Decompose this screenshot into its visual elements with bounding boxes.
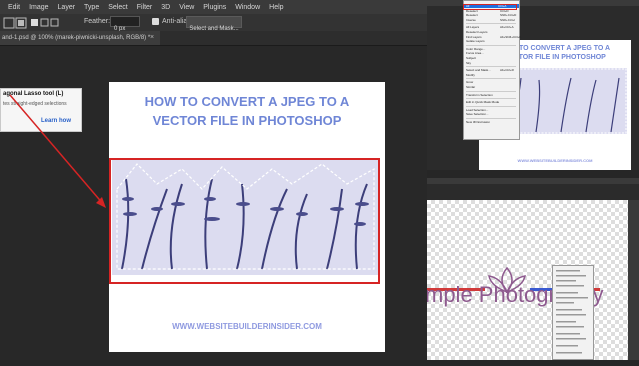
select-menu-item-label: Load Selection... xyxy=(466,107,489,112)
select-menu-item[interactable]: Modify xyxy=(466,73,475,77)
context-menu[interactable] xyxy=(552,265,594,360)
right-top-screenshot: HOW TO CONVERT A JPEG TO A VECTOR FILE I… xyxy=(427,0,639,170)
select-menu-item[interactable]: Grow xyxy=(466,80,473,84)
select-menu-item-label: Reselect xyxy=(466,13,478,18)
right-bottom-screenshot: mple Photography xyxy=(427,178,639,360)
menu-bar-small xyxy=(427,0,639,6)
select-menu-item-label: Isolate Layers xyxy=(466,39,485,44)
select-menu-item-label: All Layers xyxy=(466,25,480,30)
select-menu-item[interactable]: Reselect Shift+Ctrl+D xyxy=(466,13,516,18)
select-menu-item-label: New 3D Extrusion xyxy=(466,120,491,124)
select-menu-item[interactable]: All Layers Alt+Ctrl+A xyxy=(466,25,514,30)
select-menu-item-label: Modify xyxy=(466,72,475,77)
select-menu-item-shortcut: Alt+Shift+Ctrl+F xyxy=(500,34,522,39)
menu-separator xyxy=(466,105,516,107)
select-menu-item[interactable]: Color Range... xyxy=(466,47,485,51)
select-menu-item[interactable]: Find Layers Alt+Shift+Ctrl+F xyxy=(466,34,521,39)
transparent-canvas: mple Photography xyxy=(427,200,628,360)
select-menu-item[interactable]: Deselect Layers xyxy=(466,30,488,34)
menu-separator xyxy=(466,44,516,46)
select-menu-item-label: Grow xyxy=(466,80,474,85)
select-menu-item[interactable]: Similar xyxy=(466,85,475,89)
photoshop-main-window: Edit Image Layer Type Select Filter 3D View Plug… xyxy=(0,0,427,360)
select-menu-item-shortcut: Alt+Ctrl+R xyxy=(500,68,514,73)
select-menu-item[interactable]: Focus Area... xyxy=(466,51,484,55)
select-menu-item-label: Sky xyxy=(466,60,472,65)
select-menu-item-label: Select and Mask... xyxy=(466,68,491,73)
select-menu-item[interactable]: Select and Mask... Alt+Ctrl+R xyxy=(466,68,514,73)
select-menu-item-shortcut: Alt+Ctrl+A xyxy=(500,25,514,30)
select-menu-item-label: Focus Area... xyxy=(466,51,484,56)
select-menu-item-label: Subject xyxy=(466,56,477,60)
menu-separator xyxy=(466,78,516,80)
select-menu-item[interactable]: Isolate Layers xyxy=(466,39,485,43)
select-menu-item[interactable]: Sky xyxy=(466,61,471,65)
select-menu-item-label: Edit in Quick Mask Mode xyxy=(466,100,500,105)
select-menu-item-shortcut: Shift+Ctrl+D xyxy=(500,13,517,18)
select-menu-item-shortcut: Shift+Ctrl+I xyxy=(500,17,516,22)
select-menu-item-label: Inverse xyxy=(466,17,476,22)
select-menu-dropdown[interactable]: All Ctrl+A Deselect Ctrl+D Reselect Shift+Ctr… xyxy=(463,0,521,140)
select-menu-item[interactable]: Subject xyxy=(466,56,476,60)
select-menu-item-label: Save Selection... xyxy=(466,112,489,117)
side-panel xyxy=(628,200,639,360)
menu-separator xyxy=(466,66,516,68)
select-menu-item[interactable]: New 3D Extrusion xyxy=(466,120,490,124)
select-menu-item-label: Deselect Layers xyxy=(466,30,488,34)
select-menu-item-label: Similar xyxy=(466,85,476,89)
select-menu-item-label: Find Layers xyxy=(466,34,482,39)
select-menu-item[interactable]: Load Selection... xyxy=(466,108,488,112)
menu-separator xyxy=(466,98,516,100)
menu-bar-small-2 xyxy=(427,178,639,184)
context-menu-items xyxy=(556,270,588,354)
select-menu-item-label: Transform Selection xyxy=(466,92,493,97)
select-menu-item[interactable]: Inverse Shift+Ctrl+I xyxy=(466,17,515,22)
select-all-highlight xyxy=(463,4,517,10)
select-menu-item-label: Color Range... xyxy=(466,46,486,51)
select-menu-item[interactable]: Edit in Quick Mask Mode xyxy=(466,100,499,104)
menu-separator xyxy=(466,118,516,119)
select-menu-item[interactable]: Save Selection... xyxy=(466,112,489,116)
menu-separator xyxy=(466,23,516,25)
small-website-url: WWW.WEBSITEBUILDERINSIDER.COM xyxy=(517,158,593,163)
menu-separator xyxy=(466,90,516,92)
select-menu-item[interactable]: Transform Selection xyxy=(466,93,493,97)
annotation-arrow xyxy=(9,94,106,208)
